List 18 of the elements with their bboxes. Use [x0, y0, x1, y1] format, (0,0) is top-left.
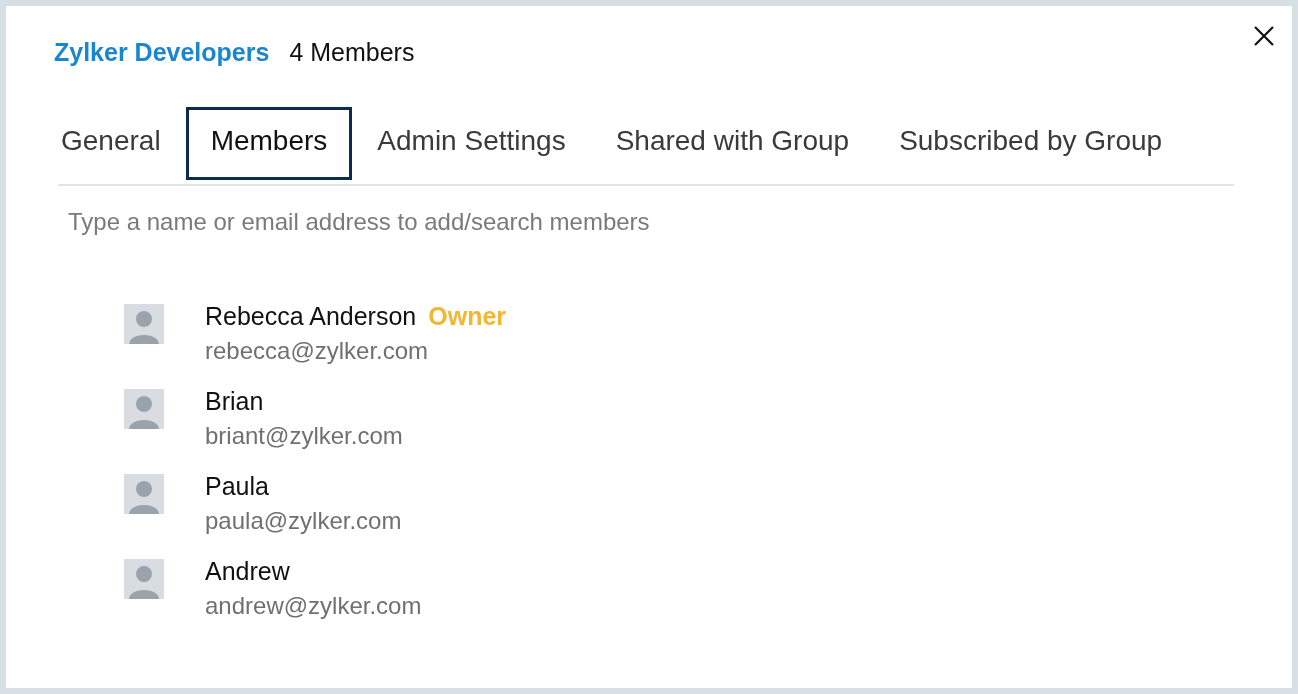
avatar-icon	[124, 304, 164, 344]
close-button[interactable]	[1252, 24, 1276, 48]
member-email: rebecca@zylker.com	[205, 337, 430, 365]
group-name: Zylker Developers	[54, 38, 270, 67]
role-label: Owner	[428, 302, 507, 331]
avatar-icon	[124, 389, 164, 429]
member-count: 4 Members	[289, 38, 415, 67]
member-email: briant@zylker.com	[205, 422, 403, 450]
member-email: paula@zylker.com	[205, 507, 402, 535]
avatar-icon	[124, 559, 164, 599]
member-name: Rebecca Anderson	[205, 302, 417, 331]
close-icon	[1252, 24, 1276, 48]
member-name: Paula	[205, 472, 269, 501]
member-email: andrew@zylker.com	[205, 592, 422, 620]
avatar-icon	[124, 474, 164, 514]
member-name: Brian	[205, 387, 264, 416]
tab[interactable]: Members	[185, 107, 353, 180]
member-name: Andrew	[205, 557, 290, 586]
